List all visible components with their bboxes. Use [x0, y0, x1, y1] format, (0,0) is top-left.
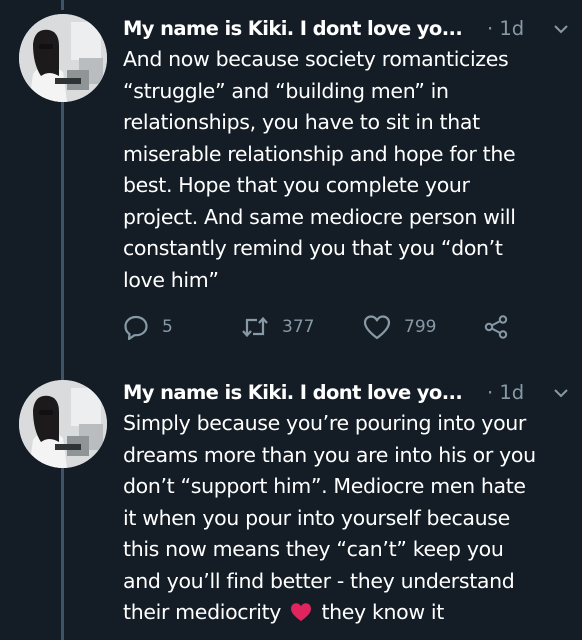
heart-icon [363, 315, 391, 340]
tweet-text-line: project. And same mediocre person will [123, 204, 516, 229]
avatar[interactable] [19, 380, 107, 468]
timestamp[interactable]: · 1d [487, 14, 524, 44]
tweet-text-line: relationships, you have to sit in that [123, 110, 480, 134]
tweet-text-line: miserable relationship and hope for the [123, 141, 516, 166]
reply-button[interactable]: 5 [123, 312, 173, 342]
tweet-header: My name is Kiki. I dont love yo... · 1d [123, 378, 573, 408]
share-icon [484, 315, 508, 339]
retweet-button[interactable]: 377 [241, 312, 314, 342]
author-name[interactable]: My name is Kiki. I dont love yo... [123, 14, 463, 44]
tweet-actions: 5 377 799 [123, 312, 543, 342]
heart-emoji-icon [291, 603, 312, 621]
chevron-down-icon[interactable] [553, 386, 569, 400]
tweet-text-line: best. Hope that you complete your [123, 173, 470, 197]
tweet-text-segment: their mediocrity [123, 600, 282, 624]
tweet-text-line: it when you pour into yourself because [123, 505, 510, 530]
tweet-2[interactable]: My name is Kiki. I dont love yo... · 1d … [0, 370, 582, 640]
tweet-text-line: “struggle” and “building men” in [123, 78, 449, 103]
tweet-text-segment: they know it [321, 600, 444, 624]
tweet-1[interactable]: My name is Kiki. I dont love yo... · 1d … [0, 0, 582, 370]
tweet-text-last-line: their mediocrity they know it [123, 597, 573, 629]
tweet-text-line: dreams more than you are into his or you [123, 442, 536, 467]
tweet-text-line: this now means they “can’t” keep you [123, 537, 504, 561]
tweet-text-line: and you’ll find better - they understand [123, 568, 515, 593]
like-button[interactable]: 799 [363, 312, 436, 342]
tweet-text: Simply because you’re pouring into your … [123, 408, 573, 629]
share-button[interactable] [483, 312, 522, 342]
tweet-text-line: don’t “support him”. Mediocre men hate [123, 474, 526, 498]
timestamp[interactable]: · 1d [487, 378, 524, 408]
retweet-count: 377 [282, 317, 315, 337]
reply-icon [124, 315, 148, 340]
reply-count: 5 [162, 317, 173, 337]
tweet-text-line: love him” [123, 267, 219, 292]
chevron-down-icon[interactable] [553, 22, 569, 36]
tweet-text-line: And now because society romanticizes [123, 47, 509, 71]
author-name[interactable]: My name is Kiki. I dont love yo... [123, 378, 463, 408]
tweet-header: My name is Kiki. I dont love yo... · 1d [123, 14, 573, 44]
tweet-text: And now because society romanticizes “st… [123, 44, 573, 296]
avatar[interactable] [19, 14, 107, 102]
tweet-text-line: Simply because you’re pouring into your [123, 411, 527, 435]
like-count: 799 [404, 317, 437, 337]
retweet-icon [242, 316, 268, 338]
tweet-text-line: constantly remind you that you “don’t [123, 236, 503, 260]
